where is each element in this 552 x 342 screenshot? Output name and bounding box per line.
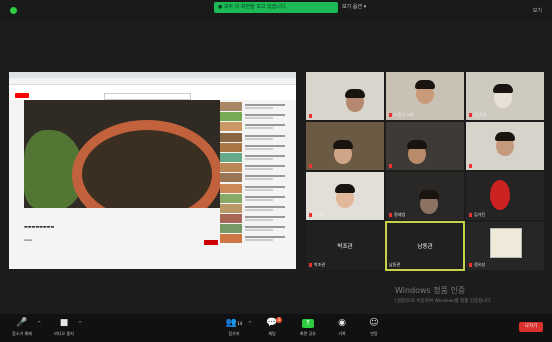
stop-video-button[interactable]: ■ 비디오 중지 [44,317,84,337]
participant-tile[interactable] [306,122,384,170]
mic-muted-icon [389,164,392,168]
recommended-video[interactable] [220,132,292,142]
recommended-video[interactable] [220,112,292,122]
participant-tile[interactable]: 조중선 교회 [386,72,464,120]
video-options-caret[interactable]: ^ [78,321,82,327]
participant-name: 조중선 교회 [389,112,414,118]
participant-tile[interactable]: 박조관 박조관 [306,222,384,270]
profile-picture [490,180,510,210]
mic-muted-icon [469,213,472,217]
participants-button[interactable]: 👥14 참가자 [214,317,254,337]
participant-tile[interactable] [306,72,384,120]
recommended-video[interactable] [220,214,292,224]
screen-share-banner[interactable]: ● 모두 의 화면을 보고 있습니다. [214,2,338,13]
participant-tile[interactable]: 정세범 [386,172,464,220]
recommended-video[interactable] [220,203,292,213]
browser-address-bar[interactable] [9,78,296,85]
mic-muted-icon [309,164,312,168]
participant-center-name: 남동관 [417,244,433,250]
participant-name: 정유성 [469,262,485,268]
participant-tile[interactable]: 김가진 [466,172,544,220]
recommended-video[interactable] [220,102,292,111]
recommended-videos-list [220,102,292,262]
youtube-search-input[interactable] [104,93,191,100]
participant-name [309,113,314,118]
participant-tile[interactable]: 조향원 [306,172,384,220]
windows-activation-watermark: Windows 정품 인증 [설정]으로 이동하여 Windows를 정품 인증… [395,286,492,304]
participant-name [389,163,394,168]
chat-bubble-icon: 💬 [266,318,278,328]
participant-name: 정세범 [389,212,405,218]
recommended-video[interactable] [220,183,292,193]
recommended-video[interactable] [220,142,292,152]
participant-center-name: 박조관 [337,244,353,250]
mic-muted-icon [389,113,392,117]
chat-button[interactable]: 💬 1 채팅 [252,317,292,337]
microphone-muted-icon: 🎤 [16,318,28,328]
meeting-controls-toolbar: 🎤 음소거 해제 ^ ■ 비디오 중지 ^ 👥14 참가자 ^ 💬 1 채팅 ↑… [0,314,552,342]
view-toggle-button[interactable]: 보기 [533,7,542,14]
participant-name: 남동관 [389,262,401,267]
recommended-video[interactable] [220,234,292,244]
mic-muted-icon [389,213,392,217]
recommended-video[interactable] [220,173,292,183]
meeting-top-bar: ● 모두 의 화면을 보고 있습니다. 보기 옵션 ▾ 보기 [0,0,552,20]
mic-muted-icon [469,164,472,168]
recommended-video[interactable] [220,122,292,132]
participant-tile[interactable]: 정유성 [466,222,544,270]
recommended-video[interactable] [220,163,292,173]
participant-tile[interactable] [386,122,464,170]
participant-tile-active-speaker[interactable]: 남동관 남동관 [385,221,465,271]
audio-options-caret[interactable]: ^ [37,321,41,327]
recommended-video[interactable] [220,152,292,162]
participant-tile[interactable]: 김 동영 [466,72,544,120]
video-title: ▬▬▬▬▬▬▬▬ [24,224,55,229]
participant-name [309,163,314,168]
recommended-video[interactable] [220,193,292,203]
participant-tile[interactable] [466,122,544,170]
subscribe-button[interactable] [204,240,218,245]
participant-name: 김 동영 [469,112,486,118]
shared-screen: ▬▬▬▬▬▬▬▬ ▬▬▬ [9,72,296,269]
youtube-header [9,90,296,100]
mic-muted-icon [469,113,472,117]
mic-muted-icon [309,114,312,118]
youtube-video-player[interactable] [24,100,220,208]
mic-muted-icon [469,263,472,267]
chat-unread-badge: 1 [276,317,282,323]
encryption-shield-icon[interactable] [10,7,17,14]
video-channel-info: ▬▬▬ [24,238,33,242]
unmute-button[interactable]: 🎤 음소거 해제 [2,317,42,337]
participant-name [469,163,474,168]
youtube-logo-icon[interactable] [15,93,29,98]
participant-name: 박조관 [309,262,325,268]
smiley-icon: ☺ [369,318,379,328]
profile-picture [490,228,522,258]
mic-muted-icon [309,263,312,267]
recommended-video[interactable] [220,224,292,234]
participant-name: 조향원 [309,212,325,218]
view-options-button[interactable]: 보기 옵션 ▾ [342,2,366,13]
end-meeting-button[interactable]: 나가기 [519,322,543,332]
reactions-button[interactable]: ☺ 반응 [354,317,394,337]
pot-soil [82,130,212,208]
mic-muted-icon [309,213,312,217]
participant-name: 김가진 [469,212,485,218]
